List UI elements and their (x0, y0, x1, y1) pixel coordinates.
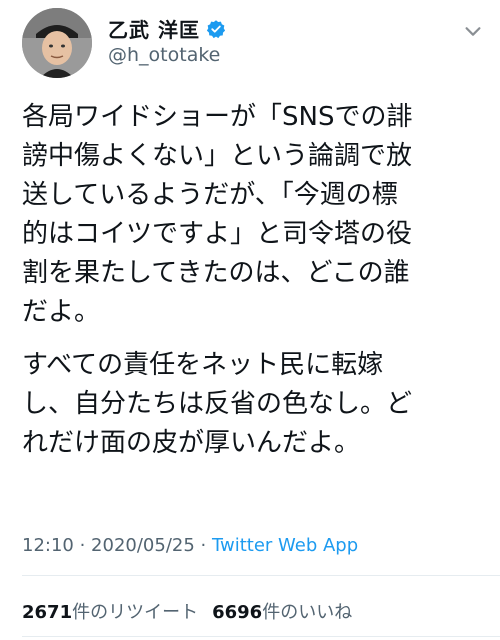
profile-photo-icon (22, 8, 92, 78)
tweet-header: 乙武 洋匡 @h_ototake (0, 0, 500, 92)
likes-stat[interactable]: 6696件のいいね (212, 602, 352, 623)
tweet-paragraph-2: すべての責任をネット民に転嫁 し、自分たちは反省の色なし。ど れだけ面の皮が厚い… (22, 350, 413, 458)
retweets-stat[interactable]: 2671件のリツイート (22, 602, 198, 623)
tweet-text: 各局ワイドショーが「SNSでの誹 謗中傷よくない」という論調で放 送しているよう… (22, 98, 484, 463)
retweets-count: 2671 (22, 602, 73, 623)
divider (22, 575, 500, 576)
verified-badge-icon (206, 19, 226, 38)
tweet-date[interactable]: 2020/05/25 (91, 535, 195, 556)
user-handle[interactable]: @h_ototake (108, 44, 220, 66)
divider (22, 636, 500, 637)
likes-label: 件のいいね (262, 602, 353, 623)
meta-separator-2: · (194, 535, 212, 556)
avatar[interactable] (22, 8, 92, 78)
tweet-time[interactable]: 12:10 (22, 535, 74, 556)
chevron-down-icon[interactable] (462, 20, 484, 42)
retweets-label: 件のリツイート (72, 602, 199, 623)
display-name[interactable]: 乙武 洋匡 (108, 14, 200, 43)
tweet-meta: 12:10 · 2020/05/25 · Twitter Web App (22, 535, 358, 556)
tweet-paragraph-1: 各局ワイドショーが「SNSでの誹 謗中傷よくない」という論調で放 送しているよう… (22, 102, 413, 327)
meta-separator: · (73, 535, 92, 556)
tweet-stats: 2671件のリツイート 6696件のいいね (22, 598, 352, 624)
name-row: 乙武 洋匡 (108, 14, 226, 43)
likes-count: 6696 (212, 602, 263, 623)
tweet-source[interactable]: Twitter Web App (212, 535, 358, 556)
